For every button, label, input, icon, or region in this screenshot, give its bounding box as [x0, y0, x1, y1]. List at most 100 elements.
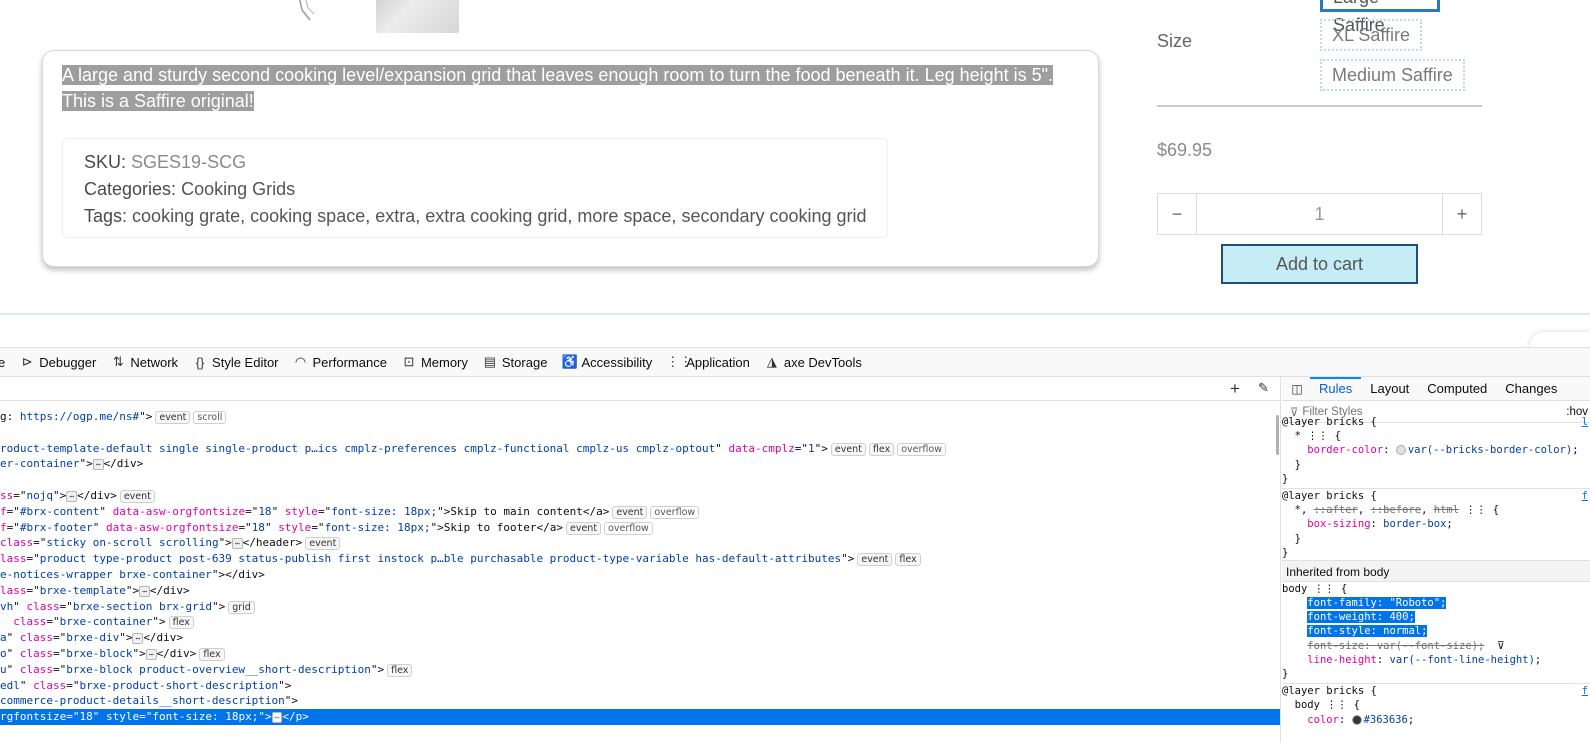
devtools-splitter[interactable]	[0, 318, 1590, 372]
rule-line[interactable]: body ⋮⋮ {	[1282, 582, 1590, 596]
flex-badge[interactable]: flex	[895, 553, 921, 567]
rule-line[interactable]: }	[1282, 667, 1590, 681]
markup-node[interactable]: ss="nojq"> ⋯ </div> event	[0, 488, 1280, 504]
markup-node[interactable]: vh" class="brxe-section brx-grid"> grid	[0, 599, 1280, 615]
rule-line[interactable]: color: #363636;	[1282, 713, 1590, 727]
product-thumbnail-1[interactable]	[280, 0, 330, 28]
expand-node-button[interactable]: ⋯	[66, 490, 78, 502]
devtools-tab-memory[interactable]: ⊡ Memory	[401, 354, 467, 370]
rule-line[interactable]: }	[1282, 546, 1590, 560]
flex-badge[interactable]: flex	[387, 663, 413, 677]
eyedropper-icon[interactable]: ✎	[1258, 380, 1269, 396]
event-badge[interactable]: event	[830, 442, 866, 456]
markup-node-selected[interactable]: rgfontsize="18" style="font-size: 18px;"…	[0, 709, 1280, 725]
event-badge[interactable]: event	[119, 489, 155, 503]
markup-node[interactable]: lass="product type-product post-639 stat…	[0, 551, 1280, 567]
markup-node[interactable]: edl" class="brxe-product-short-descripti…	[0, 678, 1280, 694]
rule-line[interactable]: @layer bricks {f	[1282, 489, 1590, 503]
overflow-badge[interactable]: overflow	[897, 442, 946, 456]
event-badge[interactable]: event	[857, 553, 893, 567]
markup-node[interactable]: roduct-template-default single single-pr…	[0, 441, 1280, 457]
markup-node[interactable]: class="sticky on-scroll scrolling"> ⋯ </he…	[0, 535, 1280, 551]
rule-line[interactable]: @layer bricks {l	[1282, 415, 1590, 429]
color-swatch-icon[interactable]	[1351, 714, 1362, 725]
quantity-decrease-button[interactable]: −	[1158, 194, 1197, 234]
add-to-cart-button[interactable]: Add to cart	[1221, 244, 1418, 284]
size-option-xl[interactable]: XL Saffire	[1320, 19, 1423, 51]
markup-node[interactable]	[0, 472, 1280, 488]
size-option-medium[interactable]: Medium Saffire	[1320, 59, 1465, 91]
rule-line[interactable]: *, ::after, ::before, html ⋮⋮ {	[1282, 503, 1590, 517]
rule-line[interactable]: border-color: var(--bricks-border-color)…	[1282, 443, 1590, 457]
expand-node-button[interactable]: ⋯	[92, 459, 104, 471]
rule-line[interactable]: body ⋮⋮ {	[1282, 698, 1590, 712]
stylesheet-link[interactable]: f	[1582, 684, 1588, 698]
scroll-badge[interactable]: scroll	[193, 411, 227, 424]
size-option-large[interactable]: Large Saffire	[1320, 0, 1440, 35]
tag-link[interactable]: more space	[577, 206, 671, 226]
rule-line[interactable]: }	[1282, 472, 1590, 486]
expand-node-button[interactable]: ⋯	[231, 538, 243, 550]
markup-node[interactable]: a" class="brxe-div"> ⋯ </div>	[0, 630, 1280, 646]
rule-line[interactable]: font-weight: 400;	[1282, 610, 1590, 624]
flex-badge[interactable]: flex	[199, 647, 225, 661]
add-node-icon[interactable]: +	[1230, 379, 1240, 399]
tag-link[interactable]: secondary cooking grid	[681, 206, 866, 226]
markup-node[interactable]: o" class="brxe-block"> ⋯ </div> flex	[0, 646, 1280, 662]
expand-node-button[interactable]: ⋯	[145, 648, 157, 660]
devtools-tab-accessibility[interactable]: ♿ Accessibility	[561, 354, 652, 370]
category-link[interactable]: Cooking Grids	[181, 179, 295, 199]
rule-line[interactable]: font-style: normal;	[1282, 624, 1590, 638]
markup-node[interactable]: commerce-product-details__short-descript…	[0, 693, 1280, 709]
markup-node[interactable]: f="#brx-content" data-asw-orgfontsize="1…	[0, 504, 1280, 520]
rule-line[interactable]: line-height: var(--font-line-height);	[1282, 653, 1590, 667]
markup-node[interactable]	[0, 425, 1280, 441]
tag-link[interactable]: cooking grate	[132, 206, 240, 226]
expand-node-button[interactable]: ⋯	[132, 633, 144, 645]
expand-node-button[interactable]: ⋯	[139, 585, 150, 597]
markup-node[interactable]: g: https://ogp.me/ns#"> event scroll	[0, 409, 1280, 425]
rule-line[interactable]: @layer bricks {f	[1282, 684, 1590, 698]
quantity-input[interactable]: 1	[1197, 194, 1442, 234]
quantity-increase-button[interactable]: +	[1442, 194, 1481, 234]
expand-node-button[interactable]: ⋯	[271, 712, 283, 724]
markup-node[interactable]: lass="brxe-template"> ⋯ </div>	[0, 583, 1280, 599]
tab-changes[interactable]: Changes	[1496, 377, 1566, 401]
tag-link[interactable]: cooking space	[250, 206, 365, 226]
rule-line[interactable]: font-size: var(--font-size); ⊽	[1282, 639, 1590, 653]
markup-scrollbar[interactable]	[1276, 415, 1279, 455]
markup-node[interactable]: u" class="brxe-block product-overview__s…	[0, 662, 1280, 678]
devtools-tab-application[interactable]: ⋮⋮ Application	[666, 354, 750, 370]
tag-link[interactable]: extra	[375, 206, 415, 226]
rule-line[interactable]: }	[1282, 532, 1590, 546]
grid-badge[interactable]: grid	[228, 600, 255, 614]
tab-rules[interactable]: Rules	[1310, 377, 1362, 401]
devtools-tab-axe-devtools[interactable]: ◮ axe DevTools	[764, 354, 862, 370]
event-badge[interactable]: event	[612, 505, 648, 519]
devtools-tab-debugger[interactable]: ⊳ Debugger	[19, 354, 97, 370]
event-badge[interactable]: event	[305, 537, 341, 551]
markup-node[interactable]: f="#brx-footer" data-asw-orgfontsize="18…	[0, 520, 1280, 536]
overflow-badge[interactable]: overflow	[650, 505, 700, 519]
devtools-tab-performance[interactable]: ◠ Performance	[293, 354, 387, 370]
rule-line[interactable]: }	[1282, 458, 1590, 472]
rule-line[interactable]: font-family: "Roboto";	[1282, 596, 1590, 610]
markup-node[interactable]: er-container"> ⋯ </div>	[0, 456, 1280, 472]
stylesheet-link[interactable]: l	[1582, 415, 1588, 429]
tag-link[interactable]: extra cooking grid	[425, 206, 567, 226]
devtools-tab-network[interactable]: ⇅ Network	[110, 354, 178, 370]
markup-node[interactable]: e-notices-wrapper brxe-container"></div>	[0, 567, 1280, 583]
devtools-tab-e[interactable]: e	[0, 355, 5, 370]
markup-node[interactable]: class="brxe-container"> flex	[0, 614, 1280, 630]
rule-line[interactable]: box-sizing: border-box;	[1282, 517, 1590, 531]
event-badge[interactable]: event	[565, 521, 602, 535]
flex-badge[interactable]: flex	[168, 616, 194, 630]
rule-line[interactable]: * ⋮⋮ {	[1282, 429, 1590, 443]
devtools-tab-style-editor[interactable]: {} Style Editor	[192, 355, 279, 370]
product-thumbnail-2[interactable]	[376, 0, 459, 33]
tab-layout[interactable]: Layout	[1361, 377, 1418, 401]
event-badge[interactable]: event	[155, 411, 191, 424]
stylesheet-link[interactable]: f	[1582, 489, 1588, 503]
tab-computed[interactable]: Computed	[1418, 377, 1496, 401]
toggle-panel-icon[interactable]: ◫	[1284, 382, 1310, 396]
